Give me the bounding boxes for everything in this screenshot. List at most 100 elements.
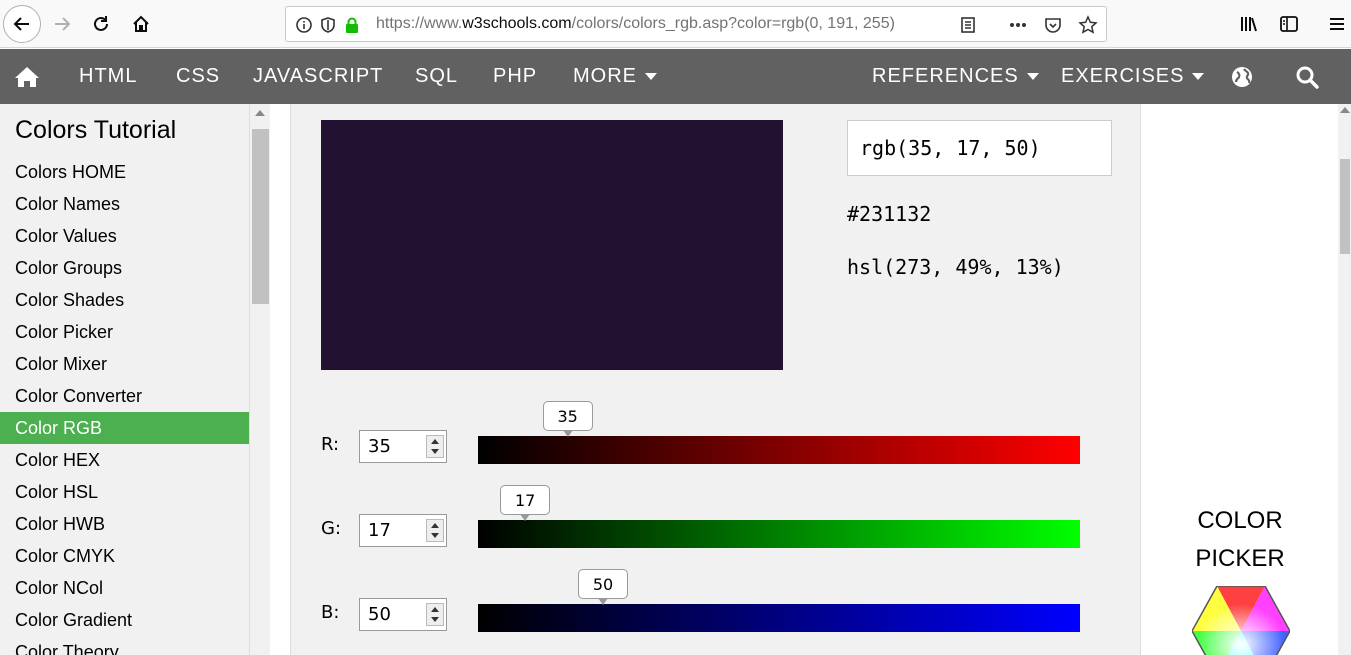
hex-value: #231132 xyxy=(847,202,932,226)
sidebar-toggle-button[interactable] xyxy=(1271,6,1307,42)
nav-exercises-label: EXERCISES xyxy=(1061,65,1185,87)
spin-up-icon[interactable] xyxy=(431,607,439,612)
spin-down-icon[interactable] xyxy=(431,533,439,538)
home-icon xyxy=(133,15,149,32)
sidebar-scrollbar[interactable] xyxy=(249,104,270,655)
sidebar-item[interactable]: Color Converter xyxy=(0,380,249,412)
blue-input[interactable]: 50 xyxy=(359,598,447,631)
bubble-tip xyxy=(598,598,609,605)
back-button[interactable] xyxy=(3,5,41,43)
browser-toolbar: https://www.w3schools.com/colors/colors_… xyxy=(0,0,1351,48)
reload-icon xyxy=(94,16,108,31)
blue-spinner[interactable] xyxy=(426,603,444,626)
sidebar-item[interactable]: Color Values xyxy=(0,220,249,252)
nav-html[interactable]: HTML xyxy=(79,49,137,104)
home-icon xyxy=(15,66,39,87)
forward-button[interactable] xyxy=(44,6,80,42)
spin-up-icon[interactable] xyxy=(431,523,439,528)
nav-home[interactable] xyxy=(14,49,40,104)
red-input[interactable]: 35 xyxy=(359,430,447,463)
spin-down-icon[interactable] xyxy=(431,617,439,622)
caret-down-icon xyxy=(1192,73,1205,80)
lock-icon[interactable] xyxy=(342,15,362,35)
blue-label: B: xyxy=(321,602,340,623)
scroll-up-icon[interactable] xyxy=(1340,107,1350,113)
color-wheel-icon[interactable] xyxy=(1192,586,1290,655)
address-bar[interactable]: https://www.w3schools.com/colors/colors_… xyxy=(285,6,1107,42)
nav-javascript[interactable]: JAVASCRIPT xyxy=(253,49,383,104)
green-slider[interactable] xyxy=(478,520,1080,548)
nav-more-label: MORE xyxy=(573,65,637,87)
sidebar-item[interactable]: Color Picker xyxy=(0,316,249,348)
nav-php[interactable]: PHP xyxy=(493,49,537,104)
green-input-value: 17 xyxy=(368,520,391,541)
sidebar-item[interactable]: Color Names xyxy=(0,188,249,220)
red-label: R: xyxy=(321,434,340,455)
green-spinner[interactable] xyxy=(426,519,444,542)
shield-icon[interactable] xyxy=(318,15,338,35)
sidebar-title: Colors Tutorial xyxy=(15,116,177,144)
caret-down-icon xyxy=(1026,73,1039,80)
sidebar-item[interactable]: Color Mixer xyxy=(0,348,249,380)
sidebar-item[interactable]: Color HEX xyxy=(0,444,249,476)
globe-icon xyxy=(1232,66,1252,87)
nav-translate[interactable] xyxy=(1231,49,1253,104)
right-column: COLOR PICKER xyxy=(1142,104,1338,655)
home-button[interactable] xyxy=(123,6,159,42)
page-scroll-thumb[interactable] xyxy=(1340,159,1350,254)
caret-down-icon xyxy=(645,73,657,80)
rgb-value-box: rgb(35, 17, 50) xyxy=(847,120,1112,176)
blue-slider[interactable] xyxy=(478,604,1080,632)
nav-search[interactable] xyxy=(1295,49,1319,104)
nav-references[interactable]: REFERENCES xyxy=(872,49,1039,104)
more-actions-icon[interactable] xyxy=(1008,15,1028,35)
reader-view-icon[interactable] xyxy=(958,15,978,35)
search-icon xyxy=(1296,66,1319,89)
pocket-icon[interactable] xyxy=(1043,15,1063,35)
menu-button[interactable] xyxy=(1319,6,1351,42)
blue-bubble-value: 50 xyxy=(592,574,614,594)
sidebar-item[interactable]: Color Theory xyxy=(0,636,249,655)
scroll-up-icon[interactable] xyxy=(255,110,265,116)
sidebar-item[interactable]: Colors HOME xyxy=(0,156,249,188)
nav-sql[interactable]: SQL xyxy=(415,49,458,104)
nav-exercises[interactable]: EXERCISES xyxy=(1061,49,1205,104)
blue-input-value: 50 xyxy=(368,604,391,625)
sidebar-item[interactable]: Color CMYK xyxy=(0,540,249,572)
info-icon[interactable] xyxy=(294,15,314,35)
red-slider[interactable] xyxy=(478,436,1080,464)
sidebar-icon xyxy=(1280,16,1298,32)
spin-up-icon[interactable] xyxy=(431,439,439,444)
bubble-tip xyxy=(562,430,573,437)
reload-button[interactable] xyxy=(83,6,119,42)
picker-title-line1: COLOR xyxy=(1197,507,1283,534)
arrow-left-icon xyxy=(13,17,29,31)
arrow-right-icon xyxy=(55,17,71,31)
sidebar-item[interactable]: Color Gradient xyxy=(0,604,249,636)
green-label: G: xyxy=(321,518,342,539)
nav-css[interactable]: CSS xyxy=(176,49,220,104)
sidebar-item[interactable]: Color Groups xyxy=(0,252,249,284)
sidebar-item[interactable]: Color HWB xyxy=(0,508,249,540)
url-text[interactable]: https://www.w3schools.com/colors/colors_… xyxy=(376,15,916,33)
bookmark-star-icon[interactable] xyxy=(1078,15,1098,35)
spin-down-icon[interactable] xyxy=(431,449,439,454)
sidebar-item[interactable]: Color HSL xyxy=(0,476,249,508)
top-navigation: HTML CSS JAVASCRIPT SQL PHP MORE REFEREN… xyxy=(0,49,1351,104)
sidebar-item[interactable]: Color Shades xyxy=(0,284,249,316)
color-picker-link[interactable]: COLOR PICKER xyxy=(1142,502,1338,578)
nav-more[interactable]: MORE xyxy=(573,49,657,104)
red-spinner[interactable] xyxy=(426,435,444,458)
library-icon xyxy=(1241,17,1257,32)
color-swatch xyxy=(321,120,783,370)
red-input-value: 35 xyxy=(368,436,391,457)
green-input[interactable]: 17 xyxy=(359,514,447,547)
sidebar-item[interactable]: Color NCol xyxy=(0,572,249,604)
hsl-value: hsl(273, 49%, 13%) xyxy=(847,255,1064,279)
library-button[interactable] xyxy=(1231,6,1267,42)
sidebar-scroll-thumb[interactable] xyxy=(252,129,269,304)
sidebar-item[interactable]: Color RGB xyxy=(0,412,249,444)
green-bubble-value: 17 xyxy=(514,490,536,510)
page-scrollbar[interactable] xyxy=(1338,104,1351,655)
hamburger-menu-icon xyxy=(1330,18,1344,30)
